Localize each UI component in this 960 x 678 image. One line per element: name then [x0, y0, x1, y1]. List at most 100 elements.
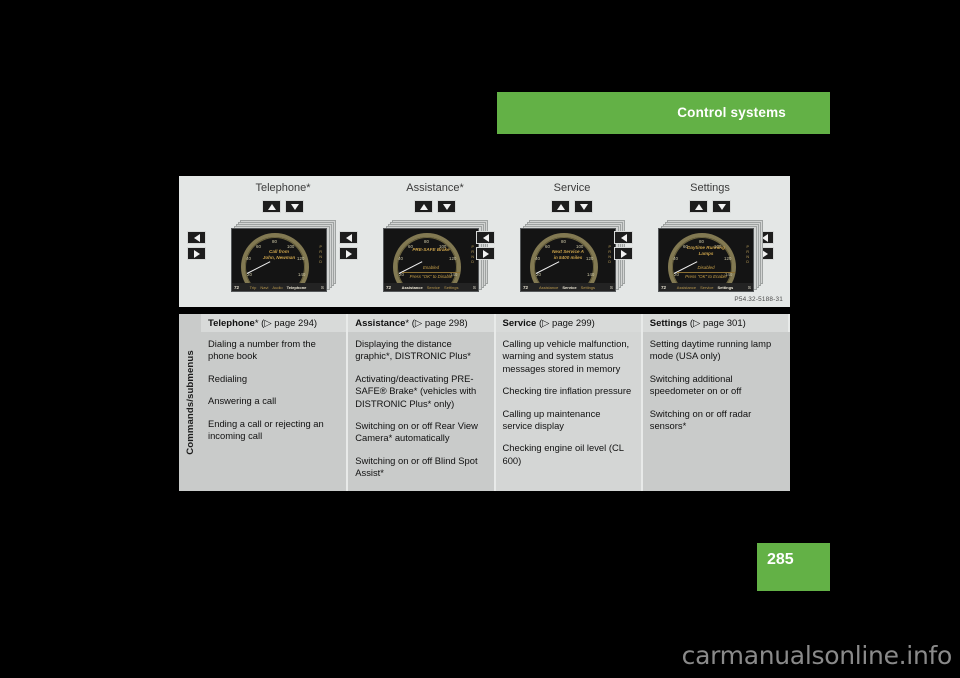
menu-item-service[interactable]: Service [427, 285, 440, 290]
scroll-left-button[interactable] [187, 231, 206, 244]
triangle-up-icon [694, 203, 703, 210]
gear-indicator-group: P R N D [608, 245, 611, 264]
commands-submenus-table: Commands/submenus Telephone* (▷ page 294… [179, 314, 790, 491]
cluster-title: Service [553, 182, 591, 194]
menu-item-assistance[interactable]: Assistance [402, 285, 423, 290]
menu-item-navi[interactable]: Navi [260, 285, 268, 290]
indicator-icon: R [608, 250, 611, 254]
display-message-line2: in 5400 miles [553, 255, 583, 260]
table-column-body-assistance: Displaying the distance graphic*, DISTRO… [348, 332, 496, 491]
column-name: Service [502, 318, 537, 329]
chapter-title: Control systems [677, 105, 786, 120]
scroll-down-button[interactable] [437, 200, 456, 213]
column-page-ref[interactable]: (▷ page 301) [690, 318, 746, 329]
display-message: Call from John, Newman [248, 249, 310, 261]
left-right-button-group[interactable] [187, 231, 206, 260]
indicator-icon: R [746, 250, 749, 254]
scroll-up-button[interactable] [689, 200, 708, 213]
list-item: Calling up maintenance service display [502, 407, 601, 432]
left-right-button-group[interactable] [614, 231, 633, 260]
gauge-tick: 140 [298, 272, 306, 277]
triangle-right-icon [620, 249, 627, 258]
menu-item-trip[interactable]: Trip [250, 285, 257, 290]
indicator-icon: D [471, 260, 474, 264]
display-status: Enabled [422, 265, 440, 270]
indicator-icon: N [319, 255, 322, 259]
scroll-right-button[interactable] [339, 247, 358, 260]
gauge-tick: 80 [272, 239, 277, 244]
gauge-tick: 140 [587, 272, 595, 277]
up-down-button-group[interactable] [262, 200, 304, 213]
menu-item-settings[interactable]: Settings [444, 285, 458, 290]
menu-items[interactable]: Assistance Service Settings [391, 285, 473, 290]
display-message: PRE-SAFE Brake [400, 247, 462, 253]
scroll-left-button[interactable] [339, 231, 358, 244]
gauge-tick: 80 [561, 239, 566, 244]
gauge-tick: 40 [398, 256, 403, 261]
scroll-up-button[interactable] [414, 200, 433, 213]
figure-caption: P54.32-5188-31 [734, 296, 783, 303]
left-right-button-group[interactable] [339, 231, 358, 260]
indicator-icon: N [608, 255, 611, 259]
cluster-title: Assistance* [406, 182, 464, 194]
list-item: Switching additional speedometer on or o… [649, 372, 742, 397]
gear-indicator-group: P R N D [471, 245, 474, 264]
display-message: Daytime Running Lamps [675, 245, 737, 257]
display-hint: Press "OK" to Enable [685, 274, 727, 279]
scroll-down-button[interactable] [285, 200, 304, 213]
display-right-value: S [609, 284, 613, 290]
scroll-right-button[interactable] [187, 247, 206, 260]
menu-item-telephone[interactable]: Telephone [287, 285, 307, 290]
menu-item-service[interactable]: Service [562, 285, 576, 290]
outside-temperature: 72 [386, 284, 392, 290]
menu-item-assistance[interactable]: Assistance [677, 285, 696, 290]
list-item: Setting daytime running lamp mode (USA o… [649, 338, 772, 362]
cluster-title: Telephone* [255, 182, 311, 194]
triangle-right-icon [193, 249, 200, 258]
table-grid: Telephone* (▷ page 294) Assistance* (▷ p… [201, 314, 790, 491]
outside-temperature: 72 [234, 284, 240, 290]
cluster-group-settings: Settings 20 40 60 80 100 120 140 Daytime… [614, 176, 786, 307]
scroll-right-button[interactable] [614, 247, 633, 260]
column-name: Telephone [208, 318, 255, 329]
triangle-down-icon [717, 203, 726, 210]
up-down-button-group[interactable] [689, 200, 731, 213]
left-right-button-group[interactable] [476, 231, 495, 260]
chapter-header-bar: Control systems [497, 92, 830, 134]
menu-item-assistance[interactable]: Assistance [539, 285, 558, 290]
scroll-left-button[interactable] [614, 231, 633, 244]
list-item: Switching on or off Rear View Camera* au… [355, 420, 478, 444]
up-down-button-group[interactable] [414, 200, 456, 213]
scroll-down-button[interactable] [574, 200, 593, 213]
table-column-body-service: Calling up vehicle malfunction, warning … [495, 332, 643, 491]
gauge-tick: 80 [699, 239, 704, 244]
scroll-right-button[interactable] [476, 247, 495, 260]
menu-item-service[interactable]: Service [700, 285, 713, 290]
scroll-up-button[interactable] [262, 200, 281, 213]
triangle-up-icon [267, 203, 276, 210]
indicator-icon: P [319, 245, 322, 249]
indicator-icon: R [319, 250, 322, 254]
column-page-ref[interactable]: (▷ page 294) [261, 318, 317, 329]
scroll-down-button[interactable] [712, 200, 731, 213]
menu-items[interactable]: Assistance Service Settings [528, 285, 610, 290]
list-item: Checking engine oil level (CL 600) [502, 442, 624, 466]
indicator-icon: R [471, 250, 474, 254]
triangle-right-icon [345, 249, 352, 258]
column-page-ref[interactable]: (▷ page 298) [412, 318, 468, 329]
menu-item-audio[interactable]: Audio [272, 285, 282, 290]
table-column-header-telephone: Telephone* (▷ page 294) [201, 314, 349, 332]
triangle-left-icon [345, 233, 352, 242]
table-column-body-telephone: Dialing a number from the phone book Red… [201, 332, 349, 491]
menu-item-settings[interactable]: Settings [717, 285, 733, 290]
menu-items[interactable]: Assistance Service Settings [666, 285, 748, 290]
menu-item-settings[interactable]: Settings [581, 285, 595, 290]
display-menu-bar: 72 Trip Navi Audio Telephone S [232, 283, 326, 291]
triangle-left-icon [482, 233, 489, 242]
column-page-ref[interactable]: (▷ page 299) [539, 318, 595, 329]
triangle-down-icon [579, 203, 588, 210]
up-down-button-group[interactable] [551, 200, 593, 213]
menu-items[interactable]: Trip Navi Audio Telephone [239, 285, 321, 290]
scroll-left-button[interactable] [476, 231, 495, 244]
scroll-up-button[interactable] [551, 200, 570, 213]
